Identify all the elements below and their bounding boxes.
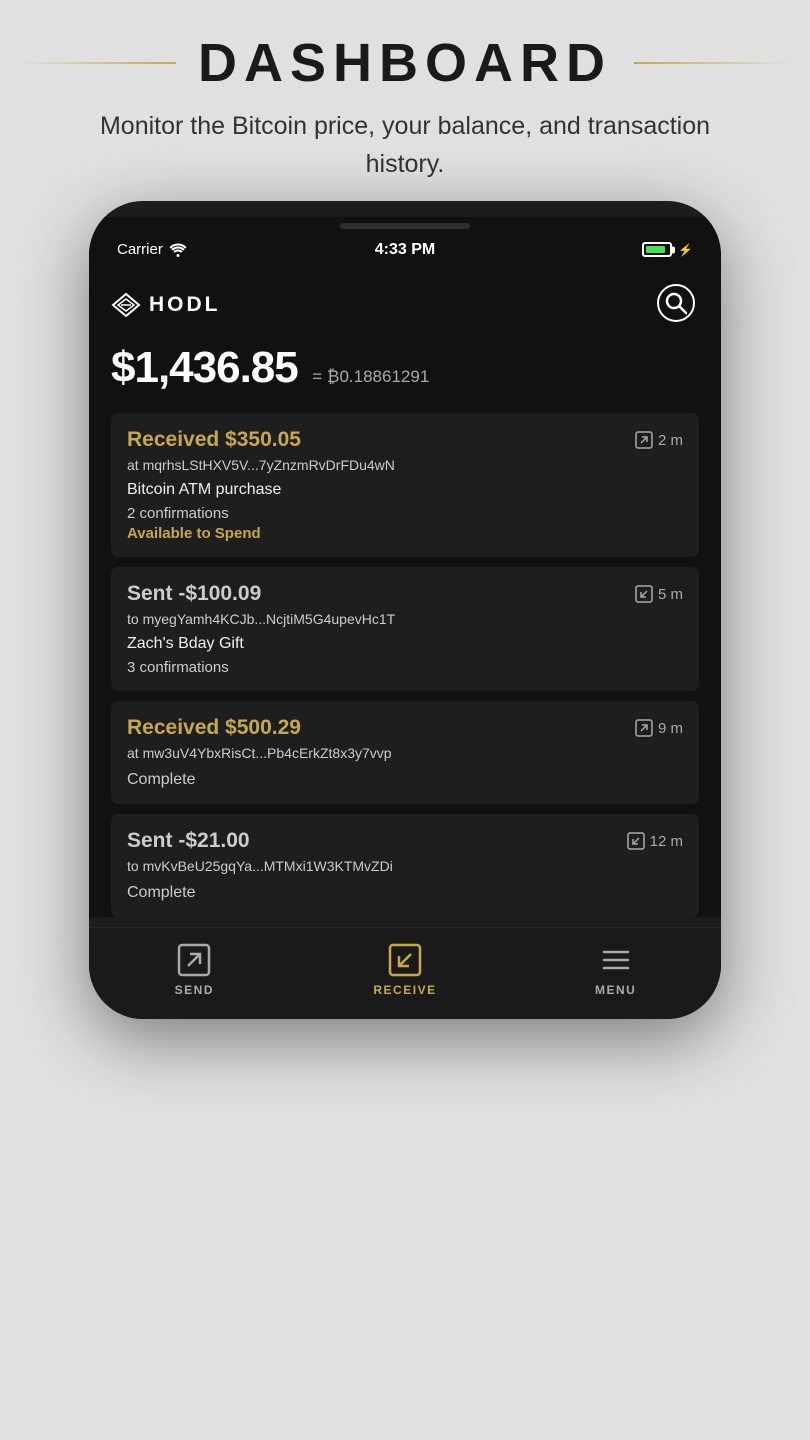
tx1-time-row: 2 m xyxy=(635,431,683,449)
nav-receive-button[interactable]: RECEIVE xyxy=(365,942,445,997)
tx3-time-row: 9 m xyxy=(635,719,683,737)
transaction-card-4[interactable]: Sent -$21.00 12 m to mvKvBeU25gqYa...MTM… xyxy=(111,814,699,917)
balance-btc: = ₿0.18861291 xyxy=(312,367,429,386)
nav-send-button[interactable]: SEND xyxy=(154,942,234,997)
balance-usd: $1,436.85 xyxy=(111,343,298,392)
page-header: DASHBOARD Monitor the Bitcoin price, you… xyxy=(0,0,810,201)
tx2-address: to myegYamh4KCJb...NcjtiM5G4upevHc1T xyxy=(127,611,683,627)
receive-icon xyxy=(387,942,423,978)
tx1-status: Available to Spend xyxy=(127,525,683,542)
tx1-amount: Received $350.05 xyxy=(127,428,301,452)
tx4-address: to mvKvBeU25gqYa...MTMxi1W3KTMvZDi xyxy=(127,858,683,874)
carrier-text: Carrier xyxy=(117,241,187,258)
receive-label: RECEIVE xyxy=(373,983,436,997)
transaction-card-3[interactable]: Received $500.29 9 m at mw3uV4YbxRisCt..… xyxy=(111,701,699,804)
tx1-confirmations: 2 confirmations xyxy=(127,505,683,522)
tx2-time-row: 5 m xyxy=(635,585,683,603)
balance-section: $1,436.85 = ₿0.18861291 xyxy=(111,339,699,413)
tx4-status: Complete xyxy=(127,884,683,902)
transaction-card-1[interactable]: Received $350.05 2 m at mqrhsLStHXV5V...… xyxy=(111,413,699,557)
page-title: DASHBOARD xyxy=(176,32,634,94)
menu-label: MENU xyxy=(595,983,636,997)
status-time: 4:33 PM xyxy=(375,241,435,259)
search-icon xyxy=(657,284,695,322)
nav-menu-button[interactable]: MENU xyxy=(576,942,656,997)
app-screen: HODL $1,436.85 = ₿0.18861291 xyxy=(89,264,721,917)
tx2-amount: Sent -$100.09 xyxy=(127,582,261,606)
tx3-status: Complete xyxy=(127,771,683,789)
hodl-logo-text: HODL xyxy=(149,293,221,317)
phone-frame: Carrier 4:33 PM ⚡ xyxy=(89,201,721,1019)
tx1-address: at mqrhsLStHXV5V...7yZnzmRvDrFDu4wN xyxy=(127,457,683,473)
page-subtitle: Monitor the Bitcoin price, your balance,… xyxy=(20,108,790,183)
send-label: SEND xyxy=(175,983,214,997)
tx3-direction-icon xyxy=(635,719,653,737)
tx3-amount: Received $500.29 xyxy=(127,716,301,740)
tx4-amount: Sent -$21.00 xyxy=(127,829,250,853)
transactions-list: Received $350.05 2 m at mqrhsLStHXV5V...… xyxy=(111,413,699,917)
bottom-nav: SEND RECEIVE MENU xyxy=(89,927,721,1019)
hodl-logo-icon xyxy=(111,292,141,318)
tx3-address: at mw3uV4YbxRisCt...Pb4cErkZt8x3y7vvp xyxy=(127,745,683,761)
menu-icon xyxy=(598,942,634,978)
send-icon xyxy=(176,942,212,978)
tx4-direction-icon xyxy=(627,832,645,850)
tx2-label: Zach's Bday Gift xyxy=(127,635,683,653)
tx2-confirmations: 3 confirmations xyxy=(127,659,683,676)
search-button[interactable] xyxy=(653,280,699,329)
hodl-logo: HODL xyxy=(111,292,221,318)
transaction-card-2[interactable]: Sent -$100.09 5 m to myegYamh4KCJb...Ncj… xyxy=(111,567,699,691)
tx1-direction-icon xyxy=(635,431,653,449)
status-bar: Carrier 4:33 PM ⚡ xyxy=(89,233,721,264)
tx4-time-row: 12 m xyxy=(627,832,683,850)
tx1-label: Bitcoin ATM purchase xyxy=(127,481,683,499)
battery-indicator: ⚡ xyxy=(642,242,693,257)
app-header: HODL xyxy=(111,272,699,339)
tx2-direction-icon xyxy=(635,585,653,603)
